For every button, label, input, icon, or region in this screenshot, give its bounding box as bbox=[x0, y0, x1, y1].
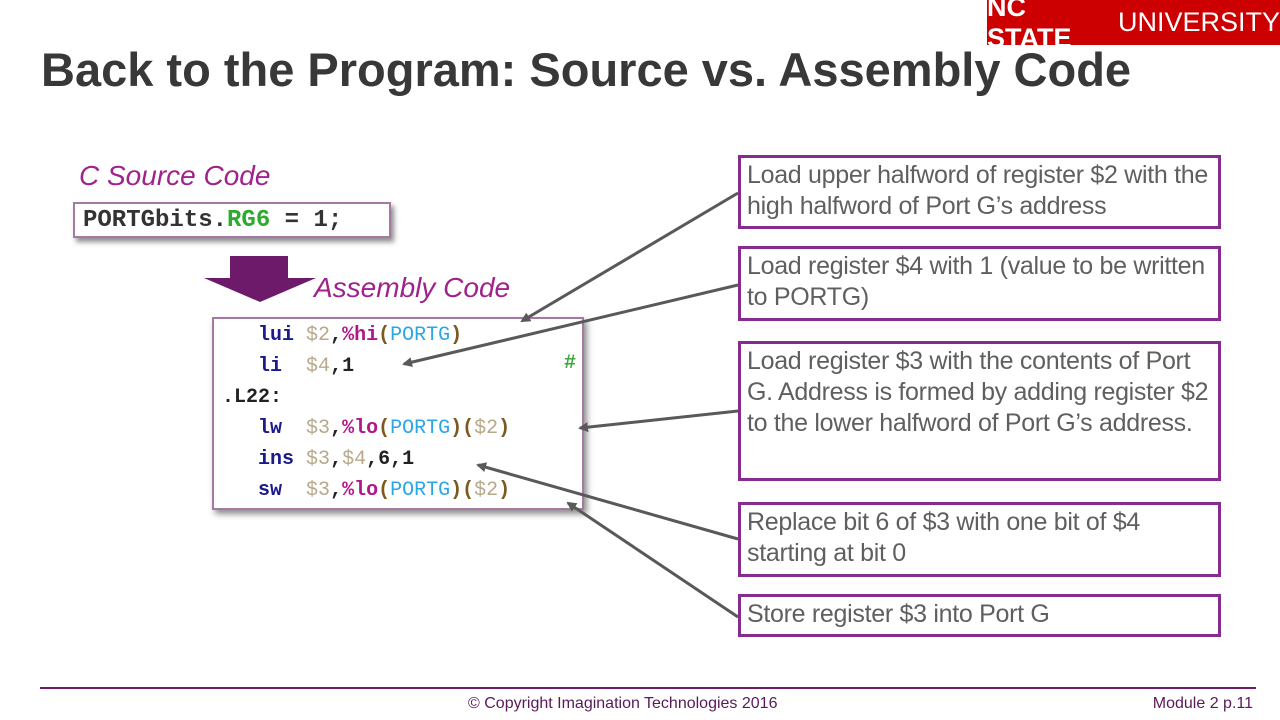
operand-num: ,1 bbox=[330, 355, 355, 378]
operand-reg: $3 bbox=[306, 448, 331, 471]
nc-state-logo: NC STATE UNIVERSITY bbox=[987, 0, 1280, 53]
assembly-line: ins $3,$4,6,1 bbox=[222, 445, 414, 475]
operand-paren: )( bbox=[450, 479, 475, 502]
operand-paren: ) bbox=[498, 417, 511, 440]
assembly-line: .L22: bbox=[222, 383, 282, 413]
operand-port: PORTG bbox=[390, 479, 451, 502]
footer-divider bbox=[40, 687, 1256, 689]
note-sw: Store register $3 into Port G bbox=[738, 594, 1221, 637]
arrow-lui bbox=[520, 191, 739, 323]
assembly-code-box: # lui $2,%hi(PORTG) li $4,1 .L22: lw $3,%… bbox=[212, 317, 584, 510]
assembly-line: lui $2,%hi(PORTG) bbox=[222, 321, 462, 351]
c-source-code-box: PORTGbits. RG6 = 1; bbox=[73, 202, 391, 238]
operand-lbl: .L22: bbox=[222, 386, 283, 409]
code-prefix: PORTGbits. bbox=[83, 206, 228, 234]
operand-reg: $3 bbox=[306, 479, 331, 502]
c-source-label: C Source Code bbox=[79, 160, 271, 191]
down-arrow-icon bbox=[204, 256, 316, 302]
logo-regular-text: UNIVERSITY bbox=[1117, 7, 1280, 37]
operand-num: , bbox=[330, 324, 343, 347]
operand-num: , bbox=[330, 417, 343, 440]
assembly-line: sw $3,%lo(PORTG)($2) bbox=[222, 476, 510, 506]
operand-port: PORTG bbox=[390, 324, 451, 347]
operand-paren: ) bbox=[498, 479, 511, 502]
footer-copyright: © Copyright Imagination Technologies 201… bbox=[468, 695, 778, 712]
operand-num: , bbox=[330, 479, 343, 502]
note-lw: Load register $3 with the contents of Po… bbox=[738, 341, 1221, 481]
operand-paren: )( bbox=[450, 417, 475, 440]
operand-paren: ( bbox=[378, 479, 391, 502]
code-member: RG6 bbox=[227, 206, 271, 234]
mnemonic: lui bbox=[258, 324, 295, 347]
operand-pct: %hi bbox=[342, 324, 379, 347]
mnemonic: li bbox=[258, 355, 283, 378]
operand-paren: ( bbox=[378, 324, 391, 347]
operand-reg: $2 bbox=[474, 479, 499, 502]
note-li: Load register $4 with 1 (value to be wri… bbox=[738, 246, 1221, 321]
assembly-line: lw $3,%lo(PORTG)($2) bbox=[222, 414, 510, 444]
operand-pct: %lo bbox=[342, 479, 379, 502]
operand-paren: ) bbox=[450, 324, 463, 347]
note-lui: Load upper halfword of register $2 with … bbox=[738, 155, 1221, 229]
operand-num: , bbox=[330, 448, 343, 471]
operand-reg: $2 bbox=[306, 324, 331, 347]
code-suffix: = 1; bbox=[270, 206, 343, 234]
slide-title: Back to the Program: Source vs. Assembly… bbox=[41, 43, 1132, 96]
arrow-lw bbox=[578, 409, 739, 433]
mnemonic: sw bbox=[258, 479, 283, 502]
operand-reg: $2 bbox=[474, 417, 499, 440]
operand-pct: %lo bbox=[342, 417, 379, 440]
operand-reg: $3 bbox=[306, 417, 331, 440]
mnemonic: ins bbox=[258, 448, 295, 471]
assembly-label: Assembly Code bbox=[314, 272, 511, 303]
footer-page-number: Module 2 p.11 bbox=[1152, 695, 1253, 712]
operand-paren: ( bbox=[378, 417, 391, 440]
mnemonic: lw bbox=[258, 417, 283, 440]
comment-marker: # bbox=[563, 352, 576, 375]
operand-port: PORTG bbox=[390, 417, 451, 440]
assembly-line: li $4,1 bbox=[222, 352, 354, 382]
note-ins: Replace bit 6 of $3 with one bit of $4 s… bbox=[738, 502, 1221, 577]
operand-reg: $4 bbox=[342, 448, 367, 471]
operand-num: ,6,1 bbox=[366, 448, 415, 471]
operand-reg: $4 bbox=[306, 355, 331, 378]
arrow-sw bbox=[566, 501, 739, 619]
